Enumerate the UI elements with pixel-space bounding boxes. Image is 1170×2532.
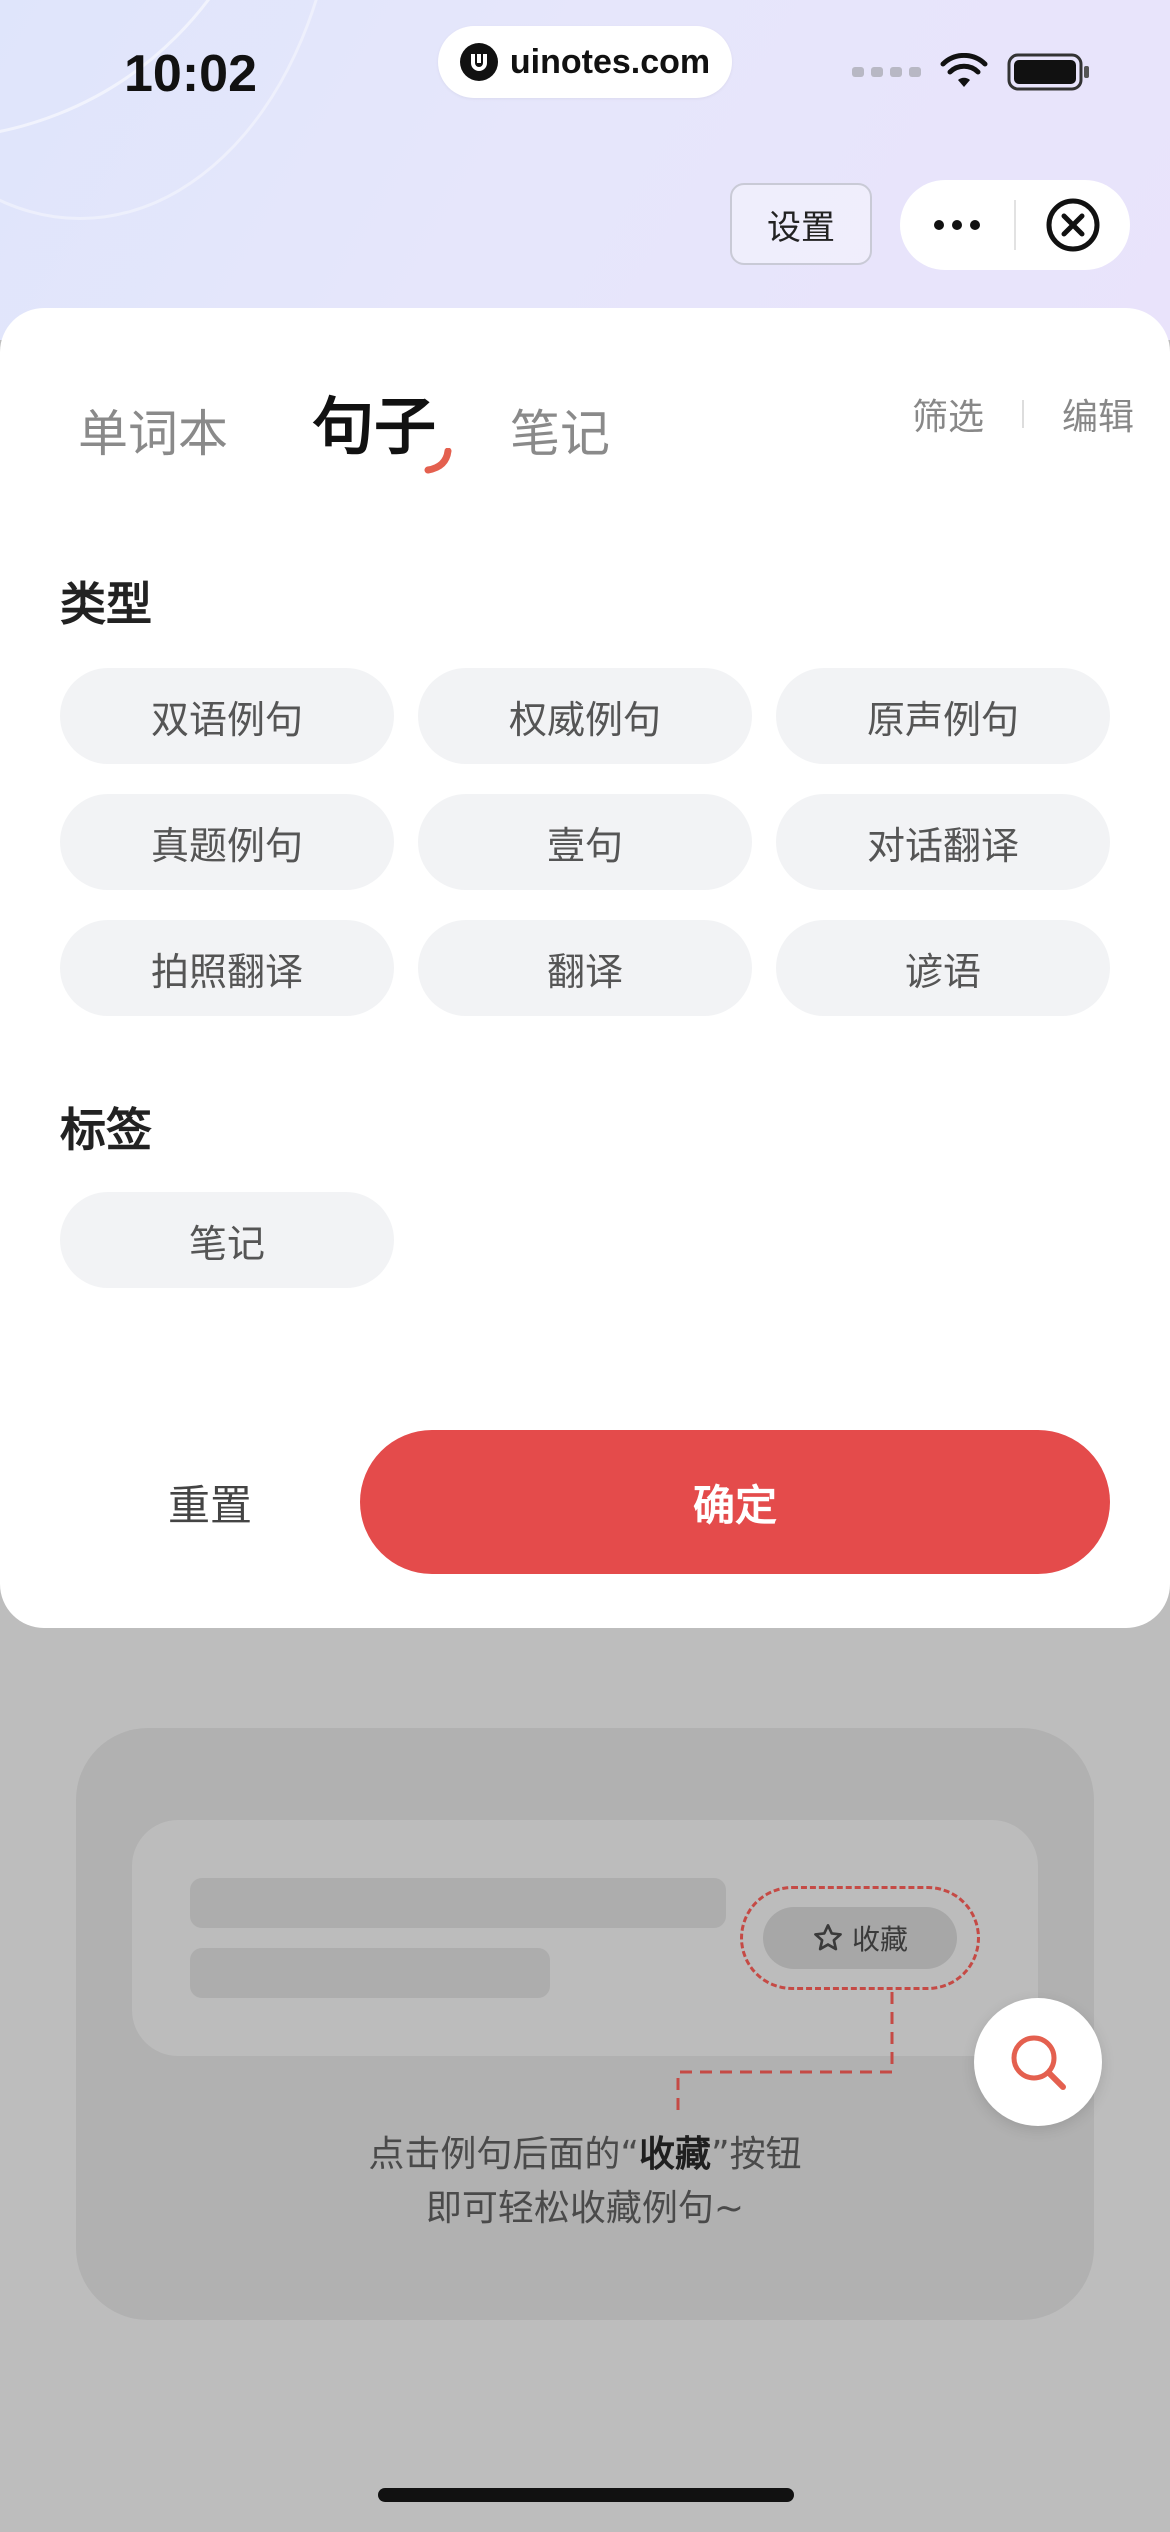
confirm-button[interactable]: 确定 [360, 1430, 1110, 1574]
search-button[interactable] [974, 1998, 1102, 2126]
hint-prefix: 点击例句后面的“ [368, 2134, 639, 2175]
status-icons [852, 52, 1091, 92]
tab-wordbook[interactable]: 单词本 [78, 394, 228, 466]
type-section-title: 类型 [60, 577, 152, 631]
reset-button[interactable]: 重置 [60, 1430, 360, 1574]
hint-suffix: ”按钮 [711, 2134, 802, 2175]
filter-button[interactable]: 筛选 [912, 388, 984, 440]
decor-arc [0, 0, 340, 220]
toolbar-divider [1021, 400, 1024, 428]
type-chip[interactable]: 双语例句 [60, 668, 394, 764]
placeholder-line [190, 1948, 550, 1998]
edit-button[interactable]: 编辑 [1062, 388, 1134, 440]
type-chip-grid: 双语例句 权威例句 原声例句 真题例句 壹句 对话翻译 拍照翻译 翻译 谚语 [60, 668, 1110, 1016]
collect-label: 收藏 [851, 1923, 908, 1956]
collect-highlight: 收藏 [740, 1886, 980, 1990]
close-circle-icon[interactable] [1016, 180, 1130, 270]
filter-sheet: 单词本 句子 笔记 筛选 编辑 类型 双语例句 权威例句 原声例句 真题例句 壹… [0, 308, 1170, 1628]
wifi-icon [940, 53, 988, 87]
tab-sentences[interactable]: 句子 [312, 376, 452, 474]
tab-sentences-label: 句子 [312, 390, 437, 463]
home-indicator [378, 2488, 794, 2502]
tag-section-title: 标签 [60, 1103, 152, 1157]
battery-icon [1007, 53, 1089, 91]
collect-pill: 收藏 [763, 1907, 957, 1969]
type-chip[interactable]: 壹句 [418, 794, 752, 890]
placeholder-line [190, 1878, 726, 1928]
type-chip[interactable]: 权威例句 [418, 668, 752, 764]
star-icon [814, 1924, 842, 1951]
type-chip[interactable]: 翻译 [418, 920, 752, 1016]
type-chip[interactable]: 谚语 [776, 920, 1110, 1016]
tab-bar: 单词本 句子 笔记 [78, 376, 610, 474]
uinotes-logo-icon [459, 43, 498, 81]
url-pill[interactable]: uinotes.com [438, 26, 732, 98]
more-icon[interactable] [900, 180, 1014, 270]
miniprogram-capsule [900, 180, 1130, 270]
url-text: uinotes.com [509, 42, 711, 81]
status-time: 10:02 [124, 45, 257, 103]
type-chip[interactable]: 对话翻译 [776, 794, 1110, 890]
empty-state-text: 点击例句后面的“收藏”按钮 即可轻松收藏例句~ [76, 2128, 1094, 2236]
settings-button[interactable]: 设置 [730, 183, 872, 265]
tab-notes[interactable]: 笔记 [510, 394, 610, 466]
empty-state-line1: 点击例句后面的“收藏”按钮 [76, 2128, 1094, 2182]
tag-chip-grid: 笔记 [60, 1192, 1110, 1288]
type-chip[interactable]: 拍照翻译 [60, 920, 394, 1016]
search-icon [1011, 2035, 1066, 2090]
type-chip[interactable]: 原声例句 [776, 668, 1110, 764]
active-tab-indicator [424, 448, 452, 474]
type-chip[interactable]: 真题例句 [60, 794, 394, 890]
tag-chip[interactable]: 笔记 [60, 1192, 394, 1288]
hint-bold: 收藏 [638, 2134, 711, 2175]
empty-state-line2: 即可轻松收藏例句~ [425, 2188, 745, 2229]
toolbar: 筛选 编辑 [912, 388, 1134, 440]
signal-icon [852, 67, 921, 77]
